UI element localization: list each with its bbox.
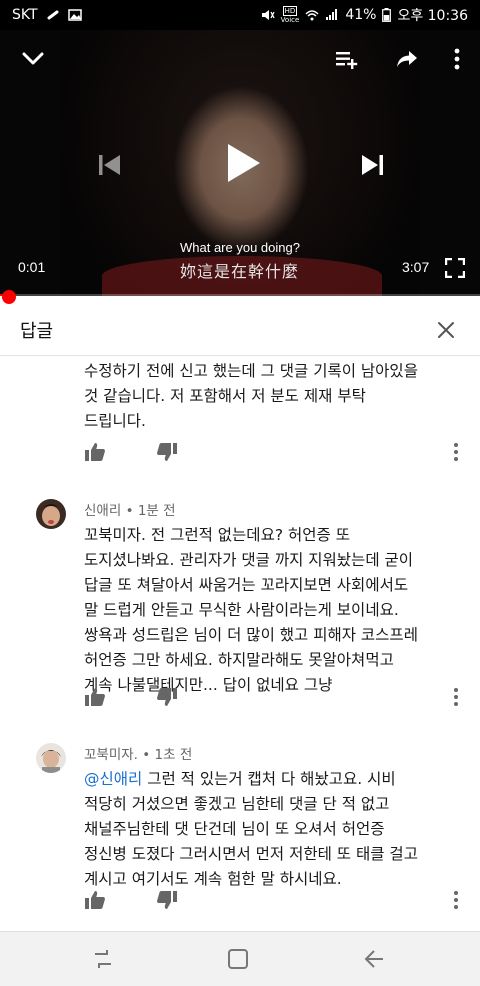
avatar[interactable] — [36, 743, 66, 773]
avatar-image — [36, 743, 66, 773]
add-to-queue-button[interactable] — [330, 44, 364, 74]
fullscreen-button[interactable] — [442, 255, 468, 281]
reply-text-line: 적당히 거셨으면 좋겠고 님한테 댓글 단 적 없고 — [84, 795, 390, 813]
hd-label: HD — [282, 6, 298, 16]
clock: 오후 10:36 — [397, 8, 468, 24]
reply-text-segment: 그런 적 있는거 캡처 다 해놨고요. 시비 — [142, 770, 396, 788]
play-icon — [228, 144, 260, 182]
replies-list[interactable]: 수정하기 전에 신고 했는데 그 댓글 기록이 남아있을 것 같습니다. 저 포… — [0, 357, 480, 931]
reply-author[interactable]: 꼬북미자. — [84, 747, 138, 763]
reply-meta: 신애리 • 1분 전 — [84, 499, 176, 519]
reply-text-line: 도지셨나봐요. 관리자가 댓글 까지 지워놨는데 굳이 — [84, 551, 414, 569]
progress-scrubber[interactable] — [2, 290, 17, 304]
video-player[interactable]: What are you doing? 妳這是在幹什麼 0:01 3:07 — [0, 30, 480, 296]
collapse-player-button[interactable] — [16, 44, 50, 74]
volte-badge: HD Voice — [280, 6, 300, 24]
signal-icon — [326, 9, 338, 20]
share-arrow-icon — [397, 51, 417, 67]
reply-text-line: 수정하기 전에 신고 했는데 그 댓글 기록이 남아있을 — [84, 362, 418, 380]
reply-meta: 꼬북미자. • 1초 전 — [84, 743, 192, 763]
chevron-down-icon — [22, 52, 44, 65]
reply-text-line: 답글 또 쳐달아서 싸움거는 꼬라지보면 사회에서도 — [84, 576, 409, 594]
skip-next-icon — [362, 155, 383, 175]
player-more-button[interactable] — [440, 44, 474, 74]
reply-text-line: 것 같습니다. 저 포함해서 저 분도 제재 부탁 — [84, 387, 366, 405]
reply-text-line: 정신병 도졌다 그러시면서 먼저 저한테 또 태클 걸고 — [84, 845, 418, 863]
reply-text-line: 허언증 그만 하세요. 하지말라해도 못알아쳐먹고 — [84, 651, 394, 669]
thumbs-up-icon[interactable] — [84, 686, 106, 708]
playlist-add-icon — [336, 52, 358, 69]
reply-text-line: 드립니다. — [84, 412, 146, 430]
more-vertical-icon[interactable] — [450, 686, 462, 708]
reply-time: 1분 전 — [137, 503, 176, 519]
close-replies-button[interactable] — [432, 316, 460, 344]
meta-separator: • — [125, 503, 138, 519]
reply-time: 1초 전 — [154, 747, 193, 763]
play-button[interactable] — [218, 138, 268, 188]
fullscreen-icon — [445, 258, 465, 278]
avatar[interactable] — [36, 499, 66, 529]
reply-actions — [84, 686, 474, 712]
gallery-icon — [67, 9, 82, 21]
mute-icon — [261, 10, 275, 20]
system-nav-bar — [0, 931, 480, 986]
home-icon[interactable] — [225, 946, 251, 972]
more-vertical-icon — [454, 48, 460, 70]
thumbs-down-icon[interactable] — [156, 889, 178, 911]
current-time: 0:01 — [18, 259, 46, 275]
reply-text-line: 꼬북미자. 전 그런적 없는데요? 허언증 또 — [84, 526, 350, 544]
skip-previous-icon — [99, 155, 120, 175]
close-icon — [438, 321, 454, 338]
previous-button[interactable] — [90, 145, 130, 185]
subtitle-chinese: 妳這是在幹什麼 — [180, 262, 300, 281]
reply-text-line: 쌍욕과 성드립은 님이 더 많이 했고 피해자 코스프레 — [84, 626, 418, 644]
meta-separator: • — [142, 747, 155, 763]
status-bar: SKT HD Voice 41% 오후 10:36 — [0, 0, 480, 30]
reply-actions — [84, 441, 474, 467]
recent-apps-icon[interactable] — [90, 946, 116, 972]
reply-text: @신애리 그런 적 있는거 캡처 다 해놨고요. 시비 적당히 거셨으면 좋겠고… — [84, 767, 464, 892]
back-arrow-icon[interactable] — [360, 946, 386, 972]
reply-text: 수정하기 전에 신고 했는데 그 댓글 기록이 남아있을 것 같습니다. 저 포… — [84, 359, 464, 434]
thumbs-up-icon[interactable] — [84, 889, 106, 911]
progress-track[interactable] — [0, 294, 480, 296]
reply-text-line: 채널주님한테 댓 단건데 님이 또 오셔서 허언증 — [84, 820, 385, 838]
thumbs-down-icon[interactable] — [156, 686, 178, 708]
battery-percent: 41% — [345, 7, 377, 23]
thumbs-down-icon[interactable] — [156, 441, 178, 463]
more-vertical-icon[interactable] — [450, 889, 462, 911]
subtitle-english: What are you doing? — [180, 240, 300, 255]
share-button[interactable] — [390, 44, 424, 74]
battery-icon — [382, 8, 392, 22]
more-vertical-icon[interactable] — [450, 441, 462, 463]
voice-label: Voice — [280, 16, 300, 24]
mention-link[interactable]: @신애리 — [84, 770, 142, 788]
reply-actions — [84, 889, 474, 915]
thumbs-up-icon[interactable] — [84, 441, 106, 463]
replies-title: 답글 — [20, 320, 54, 342]
link-icon — [47, 10, 59, 20]
avatar-image — [36, 499, 66, 529]
reply-author[interactable]: 신애리 — [84, 503, 121, 519]
wifi-icon — [305, 10, 319, 21]
carrier-label: SKT — [12, 7, 38, 23]
replies-header: 답글 — [0, 304, 480, 356]
reply-text-line: @신애리 그런 적 있는거 캡처 다 해놨고요. 시비 — [84, 767, 464, 792]
reply-text-line: 말 드럽게 안듣고 무식한 사람이라는게 보이네요. — [84, 601, 399, 619]
next-button[interactable] — [352, 145, 392, 185]
reply-text: 꼬북미자. 전 그런적 없는데요? 허언증 또 도지셨나봐요. 관리자가 댓글 … — [84, 523, 464, 698]
video-duration: 3:07 — [402, 259, 430, 275]
